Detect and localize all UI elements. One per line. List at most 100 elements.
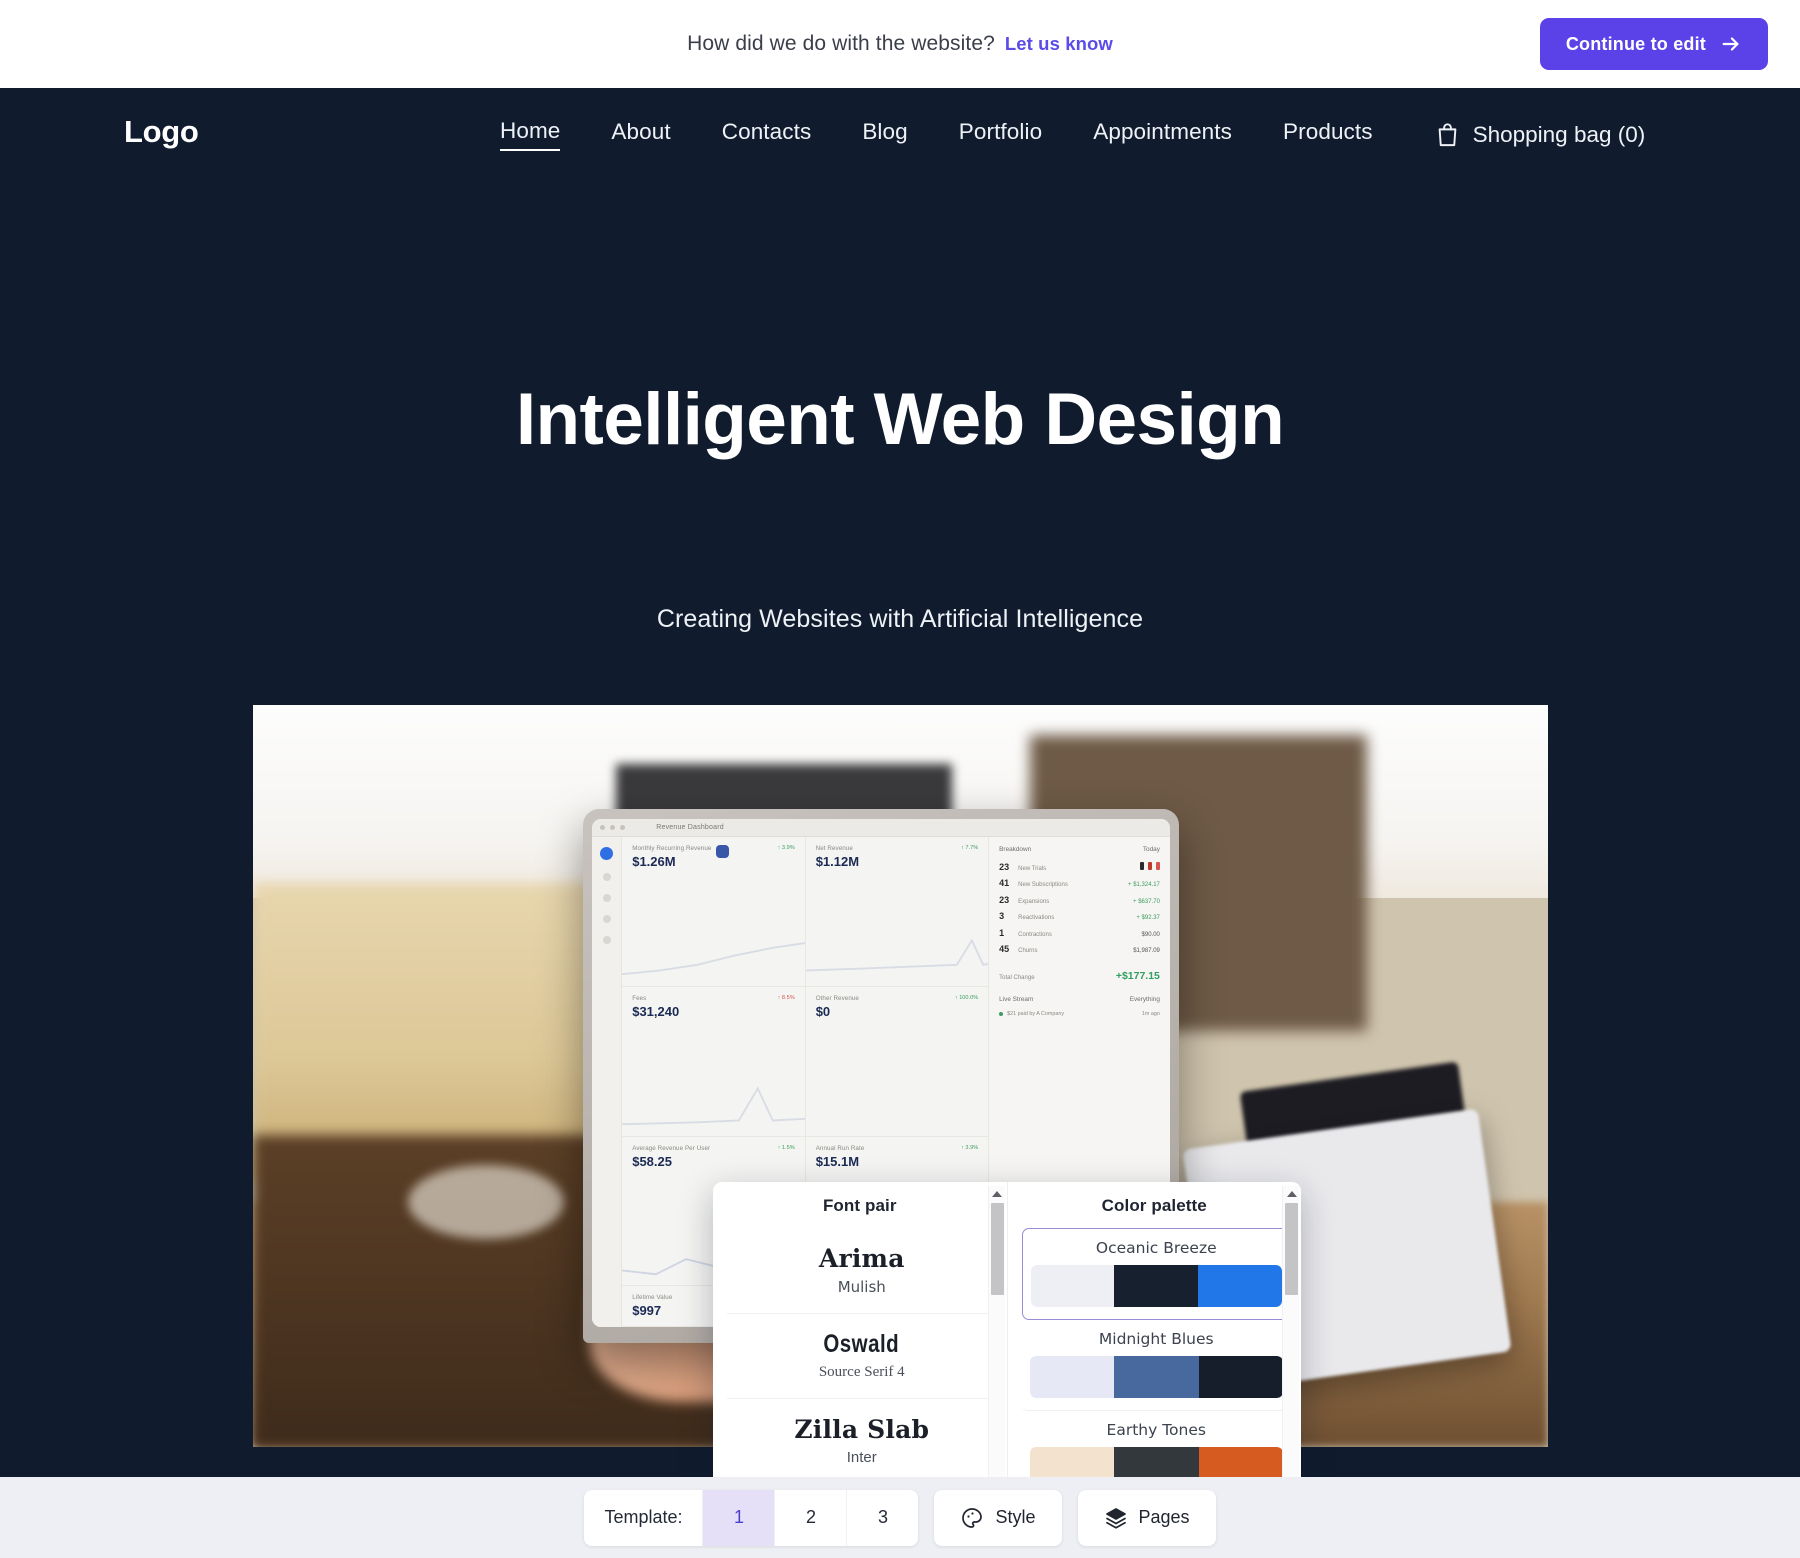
breakdown-row: 1 Contractions $90.00 <box>999 928 1160 938</box>
nav-link-contacts[interactable]: Contacts <box>722 119 812 150</box>
scrollbar-thumb[interactable] <box>1285 1203 1298 1295</box>
breakdown-count: 45 <box>999 944 1010 955</box>
metric-value: $31,240 <box>632 1003 680 1019</box>
metric-value: $58.25 <box>632 1153 672 1169</box>
continue-to-edit-button[interactable]: Continue to edit <box>1539 18 1768 70</box>
live-stream-text: $21 paid by A Company <box>1007 1011 1065 1018</box>
nav-item-products: Products <box>1283 119 1373 150</box>
nav-link-products[interactable]: Products <box>1283 119 1373 150</box>
template-label: Template: <box>604 1507 683 1527</box>
palette-option[interactable]: Midnight Blues <box>1021 1320 1291 1411</box>
avatar <box>1155 861 1160 870</box>
style-popover: Font pair Arima Mulish Oswald Source Ser… <box>713 1182 1301 1477</box>
metric-value: $997 <box>632 1303 662 1319</box>
nav-link-about[interactable]: About <box>611 119 670 150</box>
nav-item-home: Home <box>500 118 561 151</box>
dashboard-window-title: Revenue Dashboard <box>656 823 724 831</box>
scroll-down-button[interactable] <box>989 1473 1006 1477</box>
metric-card: Fees $31,240 ↑ 8.5% <box>622 986 806 1137</box>
font-pair-option[interactable]: Arima Mulish <box>727 1228 997 1314</box>
nav-link-appointments[interactable]: Appointments <box>1093 119 1232 150</box>
font-pair-option[interactable]: Oswald Source Serif 4 <box>727 1314 997 1399</box>
nav-item-contacts: Contacts <box>722 119 812 150</box>
scroll-down-button[interactable] <box>1283 1473 1300 1477</box>
style-button[interactable]: Style <box>934 1489 1062 1546</box>
template-option-1[interactable]: 1 <box>702 1489 775 1546</box>
sidebar-item-home[interactable]: Home <box>500 118 561 151</box>
swatch <box>1198 1356 1283 1398</box>
template-switcher: Template: 1 2 3 <box>584 1489 919 1546</box>
metric-delta: ↑ 8.5% <box>777 994 795 1001</box>
nav-item-about: About <box>611 119 670 150</box>
site-logo[interactable]: Logo <box>124 114 199 150</box>
shopping-bag-button[interactable]: Shopping bag (0) <box>1434 121 1645 149</box>
font-pair-list: Arima Mulish Oswald Source Serif 4 Zilla… <box>727 1228 997 1477</box>
font-primary-name: Arima <box>818 1244 905 1273</box>
palette-swatches <box>1029 1356 1283 1398</box>
chevron-up-icon <box>1286 1190 1297 1197</box>
metric-delta: ↑ 1.5% <box>777 1144 795 1151</box>
breakdown-row: 23 Expansions + $637.70 <box>999 895 1160 905</box>
nav-circle-icon <box>600 846 614 860</box>
scrollbar-thumb[interactable] <box>990 1203 1004 1295</box>
breakdown-value: $1,987.09 <box>1133 948 1160 955</box>
page-subtitle: Creating Websites with Artificial Intell… <box>656 605 1144 633</box>
palette-icon <box>962 1507 983 1528</box>
nav-link-list: Home About Contacts Blog Portfolio Appoi… <box>500 118 1645 151</box>
avatar <box>1147 861 1152 870</box>
font-secondary-name: Inter <box>846 1449 877 1466</box>
palette-option[interactable]: Earthy Tones <box>1022 1411 1292 1477</box>
metric-value: $1.26M <box>632 853 676 869</box>
pages-button[interactable]: Pages <box>1077 1489 1216 1546</box>
let-us-know-link[interactable]: Let us know <box>1005 33 1113 55</box>
font-pair-option[interactable]: Zilla Slab Inter <box>727 1399 997 1477</box>
nav-item-blog: Blog <box>862 119 907 150</box>
palette-list-scrollbar[interactable] <box>1282 1186 1299 1477</box>
avatar <box>1139 861 1144 870</box>
metric-label: Net Revenue <box>815 844 853 852</box>
palette-swatches <box>1029 1447 1283 1477</box>
color-palette-panel: Color palette Oceanic Breeze Midnight Bl… <box>1006 1182 1302 1477</box>
metric-card: Monthly Recurring Revenue $1.26M ↑ 3.9% <box>622 836 806 987</box>
font-list-scrollbar[interactable] <box>987 1186 1006 1477</box>
palette-option-selected[interactable]: Oceanic Breeze <box>1021 1228 1291 1320</box>
live-stream-filter[interactable]: Everything <box>1130 996 1160 1003</box>
font-pair-title: Font pair <box>822 1196 897 1215</box>
metric-card: Other Revenue $0 ↑ 100.0% <box>805 986 990 1137</box>
scroll-up-button[interactable] <box>1283 1186 1300 1201</box>
metric-label: Other Revenue <box>815 994 859 1002</box>
dashboard-sidebar <box>592 836 730 1328</box>
template-option-3[interactable]: 3 <box>846 1489 919 1546</box>
nav-item-icon <box>602 935 611 944</box>
live-stream-item: $21 paid by A Company 1m ago <box>999 1011 1160 1017</box>
editor-bottom-toolbar: Template: 1 2 3 Style Pages <box>0 1477 1800 1558</box>
breakdown-count: 23 <box>999 894 1010 905</box>
breakdown-count: 41 <box>999 878 1010 889</box>
metric-delta: ↑ 3.9% <box>777 844 795 851</box>
breakdown-count: 23 <box>999 861 1010 872</box>
nav-item-bag: Shopping bag (0) <box>1424 121 1645 149</box>
metric-label: Fees <box>632 994 647 1002</box>
live-stream-header: Live Stream Everything <box>999 996 1160 1003</box>
nav-link-blog[interactable]: Blog <box>862 119 907 150</box>
sparkline-chart <box>622 942 805 976</box>
template-option-2[interactable]: 2 <box>774 1489 847 1546</box>
metric-delta: ↑ 7.7% <box>961 844 979 851</box>
swatch <box>1030 1265 1115 1307</box>
breakdown-count: 1 <box>999 927 1005 938</box>
metric-card: Net Revenue $1.12M ↑ 7.7% <box>805 836 990 987</box>
metric-label: Monthly Recurring Revenue <box>632 844 712 852</box>
breakdown-value: + $92.37 <box>1136 915 1160 922</box>
metric-label: Average Revenue Per User <box>632 1144 711 1152</box>
breakdown-row: 45 Churns $1,987.09 <box>999 944 1160 954</box>
nav-link-portfolio[interactable]: Portfolio <box>959 119 1042 150</box>
breakdown-row: 23 New Trials <box>999 861 1160 872</box>
breakdown-filter[interactable]: Today <box>1143 846 1160 853</box>
font-secondary-name: Source Serif 4 <box>818 1364 905 1380</box>
swatch <box>1198 1265 1282 1307</box>
window-dot <box>610 824 616 830</box>
editor-top-bar: How did we do with the website? Let us k… <box>0 0 1800 88</box>
scroll-up-button[interactable] <box>989 1186 1006 1201</box>
metric-value: $1.12M <box>815 853 860 869</box>
style-button-label: Style <box>995 1507 1036 1527</box>
